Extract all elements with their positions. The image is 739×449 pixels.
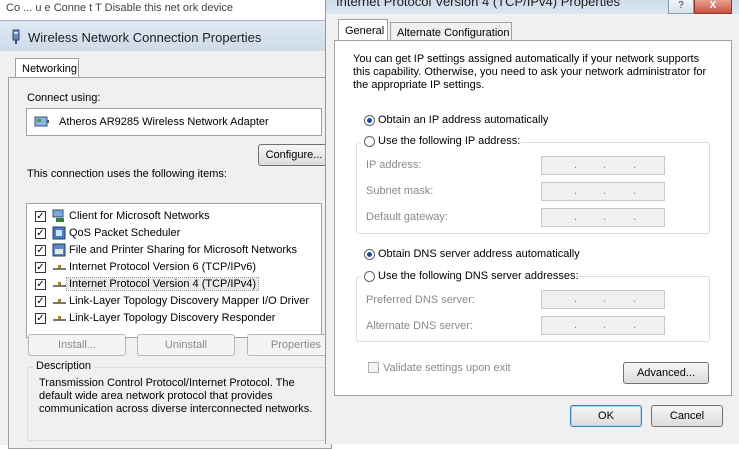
item-checkbox[interactable]: ✓	[35, 279, 46, 290]
item-label: Internet Protocol Version 4 (TCP/IPv4)	[65, 277, 260, 291]
item-checkbox[interactable]: ✓	[35, 296, 46, 307]
network-adapter-icon	[12, 29, 20, 44]
connect-using-label: Connect using:	[27, 92, 101, 104]
description-label: Description	[33, 360, 95, 372]
item-label: File and Printer Sharing for Microsoft N…	[69, 244, 298, 256]
advanced-button[interactable]: Advanced...	[623, 362, 709, 384]
preferred-dns-input[interactable]: ...	[541, 290, 665, 309]
default-gateway-label: Default gateway:	[366, 211, 448, 223]
obtain-ip-auto-label: Obtain an IP address automatically	[378, 114, 549, 126]
list-item-lltd-mapper[interactable]: ✓ Link-Layer Topology Discovery Mapper I…	[27, 293, 321, 310]
item-checkbox[interactable]: ✓	[35, 211, 46, 222]
network-client-icon	[52, 209, 64, 222]
use-following-ip-label: Use the following IP address:	[378, 135, 521, 147]
items-list: ✓ Client for Microsoft Networks ✓ QoS Pa…	[26, 203, 322, 338]
dialog-title-bar: Internet Protocol Version 4 (TCP/IPv4) P…	[326, 0, 739, 14]
item-label: Client for Microsoft Networks	[69, 210, 210, 222]
list-item-qos[interactable]: ✓ QoS Packet Scheduler	[27, 225, 321, 242]
cancel-button[interactable]: Cancel	[651, 405, 723, 427]
obtain-ip-auto-radio[interactable]	[364, 115, 375, 126]
tab-alternate-configuration[interactable]: Alternate Configuration	[390, 22, 512, 42]
help-button[interactable]: ?	[668, 0, 694, 14]
obtain-dns-auto-label: Obtain DNS server address automatically	[378, 248, 580, 260]
ok-button[interactable]: OK	[570, 405, 642, 427]
validate-label: Validate settings upon exit	[383, 362, 511, 374]
configure-button[interactable]: Configure...	[258, 144, 330, 166]
ip-address-label: IP address:	[366, 159, 422, 171]
obtain-dns-auto-radio[interactable]	[364, 249, 375, 260]
ip-address-input[interactable]: ...	[541, 156, 665, 175]
adapter-card-icon	[34, 116, 49, 127]
item-checkbox[interactable]: ✓	[35, 245, 46, 256]
list-item-client[interactable]: ✓ Client for Microsoft Networks	[27, 208, 321, 225]
protocol-icon	[53, 299, 66, 304]
install-button[interactable]: Install...	[28, 334, 126, 356]
tab-networking[interactable]: Networking	[15, 58, 79, 78]
use-following-ip-radio[interactable]	[364, 136, 375, 147]
description-text: Transmission Control Protocol/Internet P…	[39, 377, 313, 415]
list-item-ipv4[interactable]: ✓ Internet Protocol Version 4 (TCP/IPv4)	[27, 276, 321, 293]
item-label: Link-Layer Topology Discovery Responder	[69, 312, 276, 324]
subnet-mask-label: Subnet mask:	[366, 185, 434, 197]
item-label: Internet Protocol Version 6 (TCP/IPv6)	[69, 261, 257, 273]
items-label: This connection uses the following items…	[27, 168, 227, 180]
use-following-dns-radio[interactable]	[364, 271, 375, 282]
ipv4-properties-dialog: Internet Protocol Version 4 (TCP/IPv4) P…	[325, 0, 739, 444]
preferred-dns-label: Preferred DNS server:	[366, 294, 475, 306]
qos-scheduler-icon	[52, 226, 66, 240]
protocol-icon	[53, 316, 66, 321]
uninstall-button[interactable]: Uninstall	[137, 334, 235, 356]
protocol-icon	[53, 265, 66, 270]
protocol-icon	[53, 282, 66, 287]
alternate-dns-label: Alternate DNS server:	[366, 320, 473, 332]
intro-text: You can get IP settings assigned automat…	[353, 53, 707, 91]
tab-general[interactable]: General	[338, 19, 388, 41]
alternate-dns-input[interactable]: ...	[541, 316, 665, 335]
list-item-file-printer-sharing[interactable]: ✓ File and Printer Sharing for Microsoft…	[27, 242, 321, 259]
adapter-field: Atheros AR9285 Wireless Network Adapter	[26, 108, 322, 136]
default-gateway-input[interactable]: ...	[541, 208, 665, 227]
validate-checkbox[interactable]	[368, 362, 379, 373]
item-checkbox[interactable]: ✓	[35, 228, 46, 239]
adapter-name: Atheros AR9285 Wireless Network Adapter	[59, 116, 269, 128]
list-item-lltd-responder[interactable]: ✓ Link-Layer Topology Discovery Responde…	[27, 310, 321, 327]
list-item-ipv6[interactable]: ✓ Internet Protocol Version 6 (TCP/IPv6)	[27, 259, 321, 276]
close-button[interactable]: X	[694, 0, 732, 14]
window-title: Wireless Network Connection Properties	[28, 30, 262, 45]
item-label: QoS Packet Scheduler	[69, 227, 181, 239]
use-following-dns-label: Use the following DNS server addresses:	[378, 270, 579, 282]
file-printer-sharing-icon	[52, 243, 66, 257]
dialog-title: Internet Protocol Version 4 (TCP/IPv4) P…	[336, 0, 620, 9]
item-checkbox[interactable]: ✓	[35, 262, 46, 273]
wireless-connection-properties-window: Wireless Network Connection Properties N…	[0, 20, 345, 449]
item-checkbox[interactable]: ✓	[35, 313, 46, 324]
background-window-text: Co ... u e Conne t T Disable this net or…	[0, 0, 336, 22]
item-label: Link-Layer Topology Discovery Mapper I/O…	[69, 295, 310, 307]
title-bar: Wireless Network Connection Properties	[0, 21, 330, 51]
subnet-mask-input[interactable]: ...	[541, 182, 665, 201]
